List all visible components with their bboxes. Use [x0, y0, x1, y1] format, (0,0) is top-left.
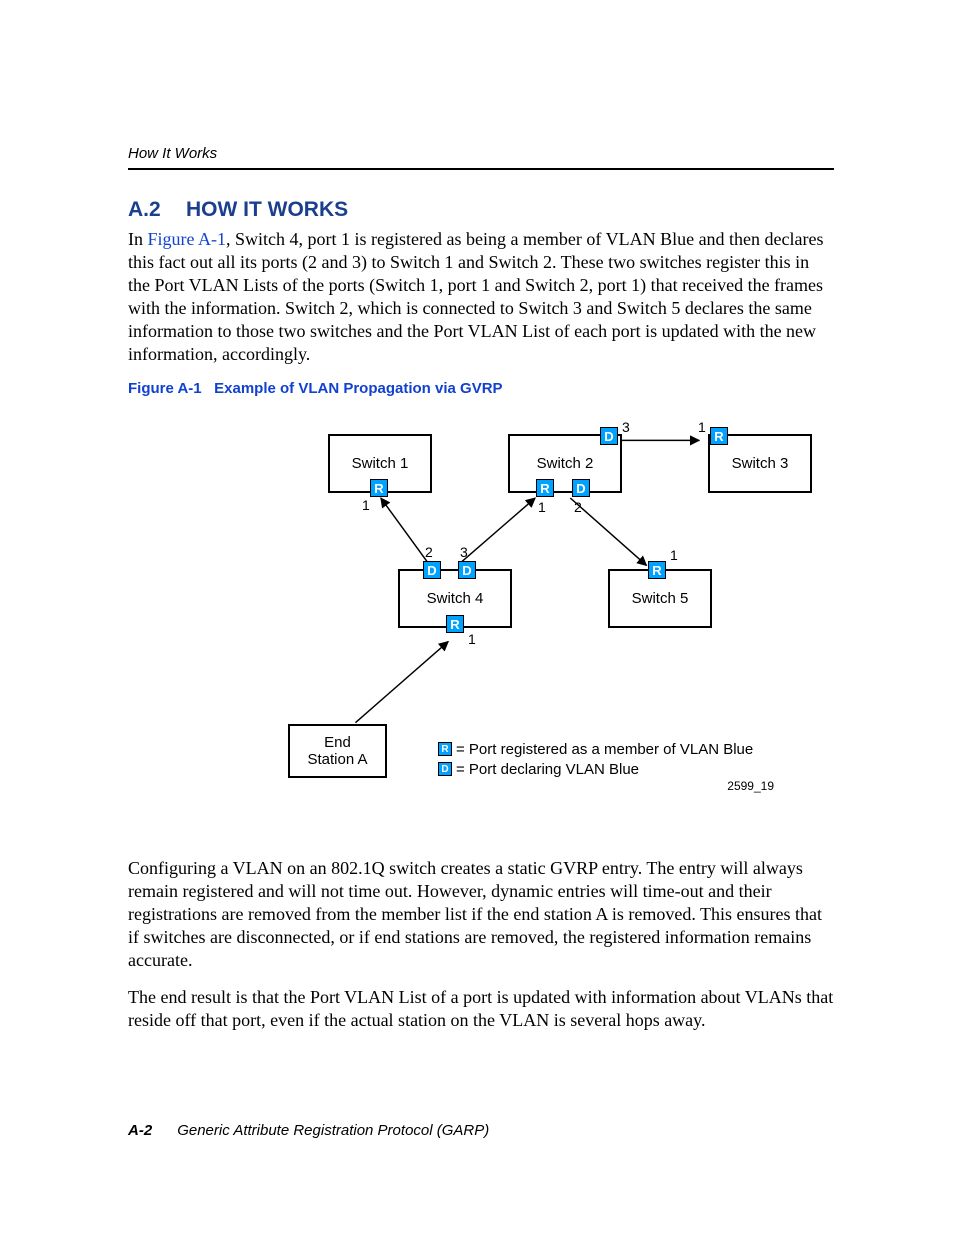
legend-R-tag: R	[438, 742, 452, 756]
header-rule	[128, 168, 834, 170]
figure-label: Figure A-1	[128, 380, 202, 397]
text: , Switch 4, port 1 is registered as bein…	[128, 229, 824, 364]
legend-D-text: = Port declaring VLAN Blue	[456, 761, 639, 778]
paragraph-2: Configuring a VLAN on an 802.1Q switch c…	[128, 857, 834, 972]
switch-3-label: Switch 3	[732, 455, 789, 472]
paragraph-3: The end result is that the Port VLAN Lis…	[128, 986, 834, 1032]
switch-4-port2-D: D	[423, 561, 441, 579]
switch-2-port3-D: D	[600, 427, 618, 445]
legend-row-r: R = Port registered as a member of VLAN …	[438, 739, 753, 759]
figure-caption: Figure A-1 Example of VLAN Propagation v…	[128, 380, 834, 397]
figure-title: Example of VLAN Propagation via GVRP	[214, 380, 502, 397]
footer-page-number: A-2	[128, 1122, 152, 1139]
running-header: How It Works	[128, 145, 834, 162]
switch-2-port3-num: 3	[622, 419, 630, 435]
switch-4-port1-R: R	[446, 615, 464, 633]
switch-2-port1-R: R	[536, 479, 554, 497]
switch-3-port1-R: R	[710, 427, 728, 445]
footer-title: Generic Attribute Registration Protocol …	[177, 1122, 489, 1139]
switch-4-port2-num: 2	[425, 544, 433, 560]
switch-1-port1-num: 1	[362, 497, 370, 513]
section-number: A.2	[128, 198, 186, 222]
page: How It Works A.2HOW IT WORKS In Figure A…	[0, 0, 954, 1235]
page-footer: A-2 Generic Attribute Registration Proto…	[128, 1122, 489, 1139]
figure-link[interactable]: Figure A-1	[148, 229, 227, 249]
switch-2-label: Switch 2	[537, 455, 594, 472]
section-heading: A.2HOW IT WORKS	[128, 198, 834, 222]
switch-5-port1-num: 1	[670, 547, 678, 563]
switch-5-label: Switch 5	[632, 590, 689, 607]
switch-1-port-R: R	[370, 479, 388, 497]
figure-diagram: Switch 1 R 1 Switch 2 D 3 R 1 D 2 Switch…	[248, 409, 834, 839]
text: In	[128, 229, 148, 249]
legend-R-text: = Port registered as a member of VLAN Bl…	[456, 741, 753, 758]
switch-1-label: Switch 1	[352, 455, 409, 472]
figure-legend: R = Port registered as a member of VLAN …	[438, 739, 753, 779]
end-station-a-box: End Station A	[288, 724, 387, 778]
switch-2-port2-num: 2	[574, 499, 582, 515]
end-station-a-label-2: Station A	[307, 751, 367, 768]
switch-3-port1-num: 1	[698, 419, 706, 435]
switch-4-port3-num: 3	[460, 544, 468, 560]
figure-id: 2599_19	[727, 779, 774, 793]
switch-4-label: Switch 4	[427, 590, 484, 607]
switch-2-port2-D: D	[572, 479, 590, 497]
end-station-a-label-1: End	[324, 734, 351, 751]
switch-4-port3-D: D	[458, 561, 476, 579]
switch-4-port1-num: 1	[468, 631, 476, 647]
switch-2-port1-num: 1	[538, 499, 546, 515]
section-title: HOW IT WORKS	[186, 198, 348, 221]
legend-D-tag: D	[438, 762, 452, 776]
legend-row-d: D = Port declaring VLAN Blue	[438, 759, 753, 779]
intro-paragraph: In Figure A-1, Switch 4, port 1 is regis…	[128, 228, 834, 366]
switch-5-port1-R: R	[648, 561, 666, 579]
